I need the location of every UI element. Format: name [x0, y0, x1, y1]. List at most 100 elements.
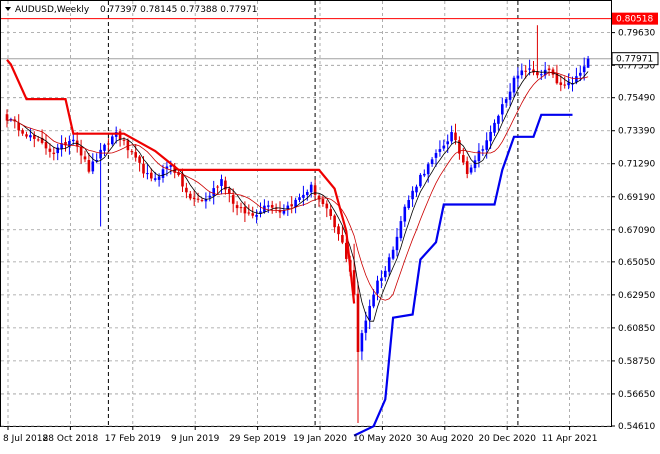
- candle-body: [99, 149, 102, 159]
- candle-body: [212, 188, 215, 196]
- candle-body: [376, 280, 379, 294]
- candle-body: [231, 195, 235, 204]
- candle-body: [239, 207, 243, 209]
- chart-header: AUDUSD,Weekly 0.77397 0.78145 0.77388 0.…: [5, 5, 257, 15]
- candle-body: [450, 132, 453, 142]
- candle-body: [196, 198, 200, 200]
- candle-body: [438, 149, 442, 152]
- candle-body: [17, 122, 20, 131]
- candle-body: [512, 77, 516, 93]
- candle-body: [481, 149, 485, 151]
- ohlc-label: 0.77397 0.78145 0.77388 0.77971: [100, 5, 257, 15]
- candle-body: [91, 161, 95, 172]
- candle-body: [579, 72, 582, 76]
- candle-body: [29, 135, 32, 138]
- y-tick-label: 0.73390: [618, 127, 655, 137]
- candle-body: [290, 204, 293, 207]
- candle-body: [368, 305, 371, 321]
- x-tick-label: 10 May 2020: [353, 434, 412, 444]
- candle-body: [415, 186, 418, 193]
- candle-body: [559, 82, 563, 85]
- candle-body: [504, 99, 508, 103]
- candle-body: [134, 152, 137, 158]
- y-tick-label: 0.75490: [618, 94, 655, 104]
- candle-body: [356, 293, 360, 353]
- candle-body: [157, 176, 161, 180]
- y-tick-label: 0.62950: [618, 291, 655, 301]
- candle-body: [21, 130, 24, 134]
- candle-body: [465, 161, 469, 174]
- candle-body: [403, 206, 407, 222]
- y-axis: 0.796300.775500.754900.733900.712900.691…: [611, 12, 659, 432]
- candle-body: [72, 139, 75, 142]
- candle-body: [473, 160, 477, 169]
- candle-body: [547, 68, 551, 70]
- candle-body: [384, 270, 387, 278]
- candle-body: [126, 140, 130, 151]
- y-tick-label: 0.79630: [618, 29, 655, 39]
- candle-body: [150, 172, 153, 179]
- candle-body: [391, 249, 395, 259]
- y-tick-label: 0.71290: [618, 160, 655, 170]
- candle-body: [107, 143, 110, 145]
- candle-body: [411, 190, 414, 200]
- candle-body: [442, 145, 446, 149]
- candle-body: [508, 91, 512, 100]
- candle-body: [189, 193, 192, 199]
- candle-body: [142, 163, 145, 174]
- candle-body: [161, 169, 165, 178]
- candle-body: [434, 153, 438, 158]
- candle-body: [430, 159, 434, 165]
- candle-body: [103, 144, 106, 151]
- candle-body: [251, 213, 254, 216]
- x-tick-label: 9 Jun 2019: [171, 434, 220, 444]
- candle-body: [426, 164, 430, 175]
- x-tick-label: 29 Sep 2019: [229, 434, 286, 444]
- x-tick-label: 20 Dec 2020: [478, 434, 536, 444]
- candle-body: [48, 148, 52, 152]
- candle-body: [341, 235, 344, 243]
- candle-body: [563, 84, 566, 86]
- candle-body: [372, 294, 375, 307]
- chart: 0.79630 0.77550 0.75490 0.73390 0.71290 0.691…: [0, 0, 660, 450]
- candle-body: [321, 199, 325, 204]
- symbol-label: AUDUSD,Weekly: [15, 5, 90, 15]
- candle-body: [489, 131, 492, 142]
- y-tick-label: 0.54610: [618, 422, 655, 432]
- candle-body: [267, 205, 270, 207]
- candle-body: [52, 152, 56, 155]
- candle-body: [380, 278, 383, 281]
- candle-body: [122, 139, 126, 141]
- candle-body: [309, 184, 313, 193]
- candle-body: [325, 203, 329, 209]
- candle-body: [243, 207, 247, 214]
- candle-body: [423, 173, 426, 176]
- candle-body: [497, 115, 500, 124]
- x-axis: 8 Jul 201828 Oct 2018 17 Feb 2019 9 Jun 20…: [3, 426, 597, 444]
- candle-body: [25, 134, 28, 137]
- x-tick-label: 17 Feb 2019: [105, 434, 161, 444]
- candle-body: [395, 236, 399, 251]
- y-tick-label: 0.58750: [618, 357, 655, 367]
- candle-body: [192, 197, 196, 200]
- x-tick-label: 19 Jan 2020: [293, 434, 347, 444]
- candle-body: [364, 320, 368, 333]
- candle-body: [5, 114, 9, 121]
- candle-body: [153, 178, 157, 180]
- y-tick-label: 0.67090: [618, 226, 655, 236]
- candle-body: [501, 104, 504, 115]
- candle-body: [485, 140, 488, 150]
- candle-body: [118, 131, 122, 140]
- y-tick-label: 0.65050: [618, 258, 655, 268]
- candle-body: [111, 136, 114, 145]
- candle-body: [337, 226, 340, 235]
- x-tick-label: 30 Aug 2020: [416, 434, 474, 444]
- candle-body: [87, 160, 91, 172]
- y-tick-label: 0.69190: [618, 193, 655, 203]
- candle-body: [220, 179, 223, 187]
- y-tick-label: 0.56650: [618, 390, 655, 400]
- candle-body: [235, 205, 239, 209]
- candle-body: [83, 156, 87, 160]
- candle-body: [469, 167, 473, 173]
- candle-body: [586, 58, 590, 68]
